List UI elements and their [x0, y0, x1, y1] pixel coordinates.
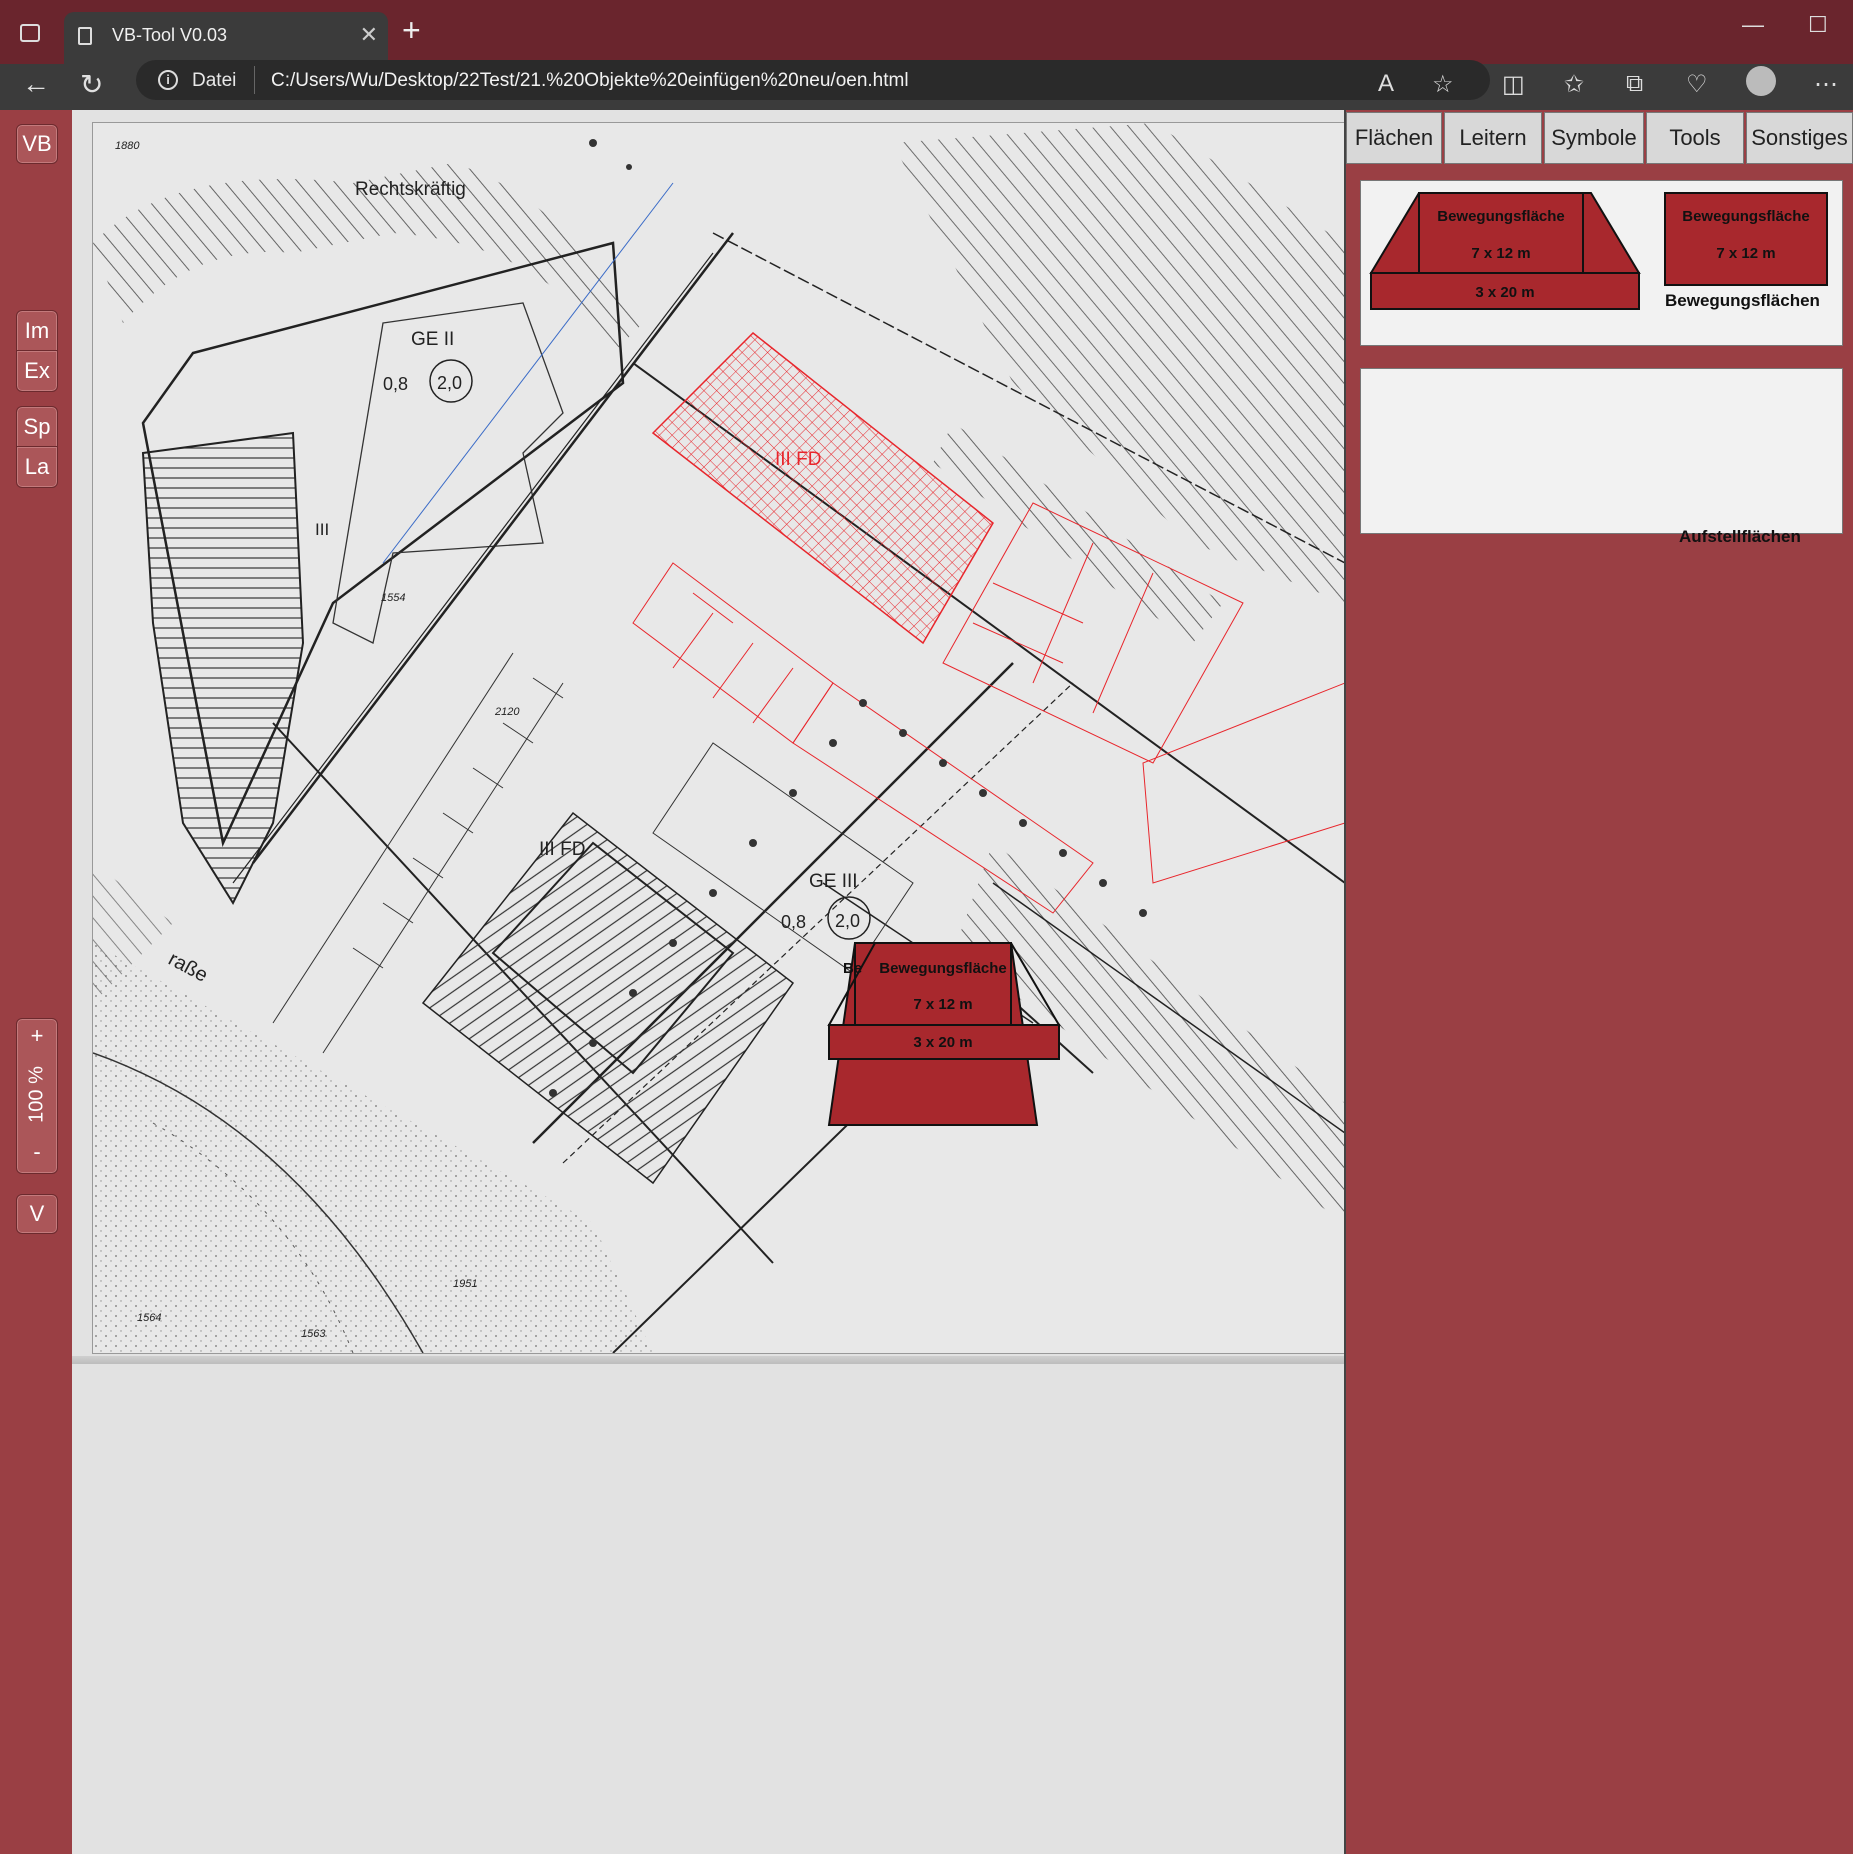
- lot-number-1951: 1951: [453, 1278, 477, 1290]
- canvas-area[interactable]: 1880 Rechtskräftig GE II 0,8 2,0 III III…: [72, 110, 1346, 1854]
- back-icon[interactable]: ←: [22, 68, 50, 100]
- profile-avatar[interactable]: [1746, 66, 1776, 96]
- zone-ge-ii-label: GE II: [411, 329, 454, 350]
- zoom-level-box: 100 %: [17, 1055, 57, 1135]
- minimize-button[interactable]: —: [1742, 12, 1764, 38]
- movement-areas-group: Bewegungsfläche 7 x 12 m 3 x 20 m Bewegu…: [1360, 180, 1843, 346]
- site-plan[interactable]: 1880 Rechtskräftig GE II 0,8 2,0 III III…: [92, 122, 1346, 1354]
- lot-number-1563: 1563: [301, 1328, 326, 1340]
- placed-dim1-label: 7 x 12 m: [913, 996, 972, 1013]
- favorites-icon[interactable]: ✩: [1564, 70, 1584, 99]
- zoom-out-button[interactable]: -: [17, 1135, 57, 1171]
- gfz-label-1: 2,0: [437, 373, 462, 393]
- street-name-label: raße: [165, 948, 212, 987]
- tab-close-button[interactable]: ✕: [360, 22, 378, 48]
- building-label: III FD: [539, 839, 585, 860]
- tab-tools[interactable]: Tools: [1646, 112, 1744, 164]
- import-button[interactable]: Im: [16, 310, 58, 352]
- left-toolbar: VB Im Ex Sp La + 100 % - V: [0, 110, 72, 1854]
- url-separator: [254, 66, 255, 94]
- zone-ge-iii-label: GE III: [809, 871, 858, 892]
- more-menu-icon[interactable]: ⋯: [1814, 70, 1838, 99]
- tab-flaechen[interactable]: Flächen: [1346, 112, 1442, 164]
- zoom-level: 100 %: [25, 1066, 48, 1123]
- reload-icon[interactable]: ↻: [80, 68, 103, 101]
- export-button[interactable]: Ex: [16, 350, 58, 392]
- save-button[interactable]: Sp: [16, 406, 58, 448]
- plan-legal-label: Rechtskräftig: [355, 179, 466, 200]
- lot-number-1564: 1564: [137, 1312, 161, 1324]
- lot-number-2120: 2120: [494, 706, 520, 718]
- setup-areas-caption: Aufstellflächen: [1679, 527, 1801, 546]
- movement-area-shape-b[interactable]: Bewegungsfläche 7 x 12 m: [1664, 192, 1828, 286]
- horizontal-scrollbar[interactable]: [72, 1356, 1344, 1364]
- health-icon[interactable]: ♡: [1686, 70, 1708, 99]
- gfz-label-2: 2,0: [835, 911, 860, 931]
- grz-label-2: 0,8: [781, 912, 806, 932]
- split-screen-icon[interactable]: ◫: [1502, 70, 1525, 99]
- movement-areas-caption: Bewegungsflächen: [1665, 291, 1820, 310]
- shape-a-dim2: 3 x 20 m: [1475, 284, 1534, 301]
- shape-a-dim1: 7 x 12 m: [1471, 245, 1530, 262]
- placed-partial-label: Be: [843, 960, 862, 977]
- storeys-label: III: [315, 520, 329, 539]
- planned-building-label: III FD: [775, 449, 821, 470]
- load-button[interactable]: La: [16, 446, 58, 488]
- info-icon[interactable]: i: [158, 70, 178, 90]
- browser-tab[interactable]: VB-Tool V0.03 ✕: [64, 12, 388, 64]
- vb-button[interactable]: VB: [16, 124, 58, 164]
- zoom-control: + 100 % -: [16, 1018, 58, 1174]
- read-aloud-icon[interactable]: A: [1378, 70, 1394, 98]
- shape-a-title: Bewegungsfläche: [1437, 208, 1565, 225]
- browser-titlebar: VB-Tool V0.03 ✕ + — ☐: [0, 0, 1853, 64]
- new-tab-button[interactable]: +: [402, 14, 421, 46]
- sidebar-toggle-icon[interactable]: [20, 24, 40, 42]
- placed-dim2-label: 3 x 20 m: [913, 1034, 972, 1051]
- placed-title-label: Bewegungsfläche: [879, 960, 1007, 977]
- object-panel: Flächen Leitern Symbole Tools Sonstiges …: [1344, 110, 1853, 1854]
- plan-year-label: 1880: [115, 140, 140, 152]
- favorite-star-icon[interactable]: ☆: [1432, 70, 1454, 99]
- address-field[interactable]: i Datei C:/Users/Wu/Desktop/22Test/21.%2…: [136, 60, 1490, 100]
- tab-symbole[interactable]: Symbole: [1544, 112, 1644, 164]
- site-plan-drawing: 1880 Rechtskräftig GE II 0,8 2,0 III III…: [93, 123, 1345, 1353]
- tab-sonstiges[interactable]: Sonstiges: [1746, 112, 1853, 164]
- tab-leitern[interactable]: Leitern: [1444, 112, 1542, 164]
- v-button[interactable]: V: [16, 1194, 58, 1234]
- collections-icon[interactable]: ⧉: [1626, 70, 1643, 98]
- maximize-button[interactable]: ☐: [1808, 12, 1828, 38]
- shape-b-title: Bewegungsfläche: [1682, 208, 1810, 225]
- url-scheme-label: Datei: [192, 70, 237, 91]
- movement-area-shape-a[interactable]: Bewegungsfläche 7 x 12 m 3 x 20 m: [1369, 192, 1641, 310]
- url-text[interactable]: C:/Users/Wu/Desktop/22Test/21.%20Objekte…: [271, 70, 909, 92]
- grz-label-1: 0,8: [383, 374, 408, 394]
- lot-number-1554: 1554: [381, 592, 405, 604]
- shape-b-dim1: 7 x 12 m: [1716, 245, 1775, 262]
- tab-title: VB-Tool V0.03: [112, 25, 228, 45]
- page-icon: [78, 27, 92, 45]
- zoom-in-button[interactable]: +: [17, 1019, 57, 1055]
- setup-areas-group: Aufstellflächen: [1360, 368, 1843, 546]
